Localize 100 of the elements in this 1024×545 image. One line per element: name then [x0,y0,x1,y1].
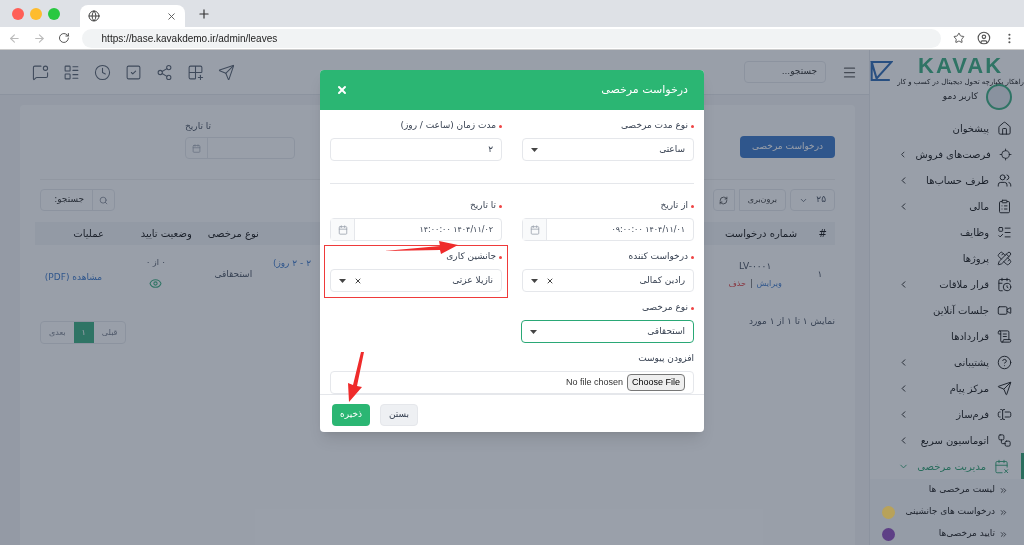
close-tab-icon[interactable] [166,10,177,22]
field-label: افزودن پیوست [638,352,694,366]
clipboard-icon [997,198,1012,214]
clock-icon[interactable] [94,63,111,81]
sidebar-item[interactable]: قرار ملاقات [870,271,1024,297]
table-cell: ۱ [805,245,835,305]
modal-title: درخواست مرخصی [601,81,688,98]
crosshair-icon [998,146,1012,162]
globe-icon [88,10,100,22]
close-button[interactable]: بستن [379,404,419,426]
browser-tab[interactable] [80,5,185,27]
caret-icon [531,147,538,152]
user-avatar[interactable] [986,84,1012,110]
workflow-icon [997,432,1012,448]
sidebar-item[interactable]: پیشخوان [870,115,1024,141]
field-label: نوع مرخصی [641,301,688,315]
submenu-item[interactable]: تایید مرخصی‌ها [870,523,1024,545]
select-field[interactable]: استحقاقی [521,320,694,343]
check-square-icon[interactable] [125,63,142,81]
column-header[interactable]: # [805,222,835,245]
eye-icon[interactable] [149,277,163,290]
close-icon[interactable] [336,84,348,96]
select-field[interactable]: رادین کمالی [522,269,694,292]
double-chevron-icon [999,529,1008,539]
grid-plus-icon[interactable] [187,63,204,81]
sidebar-item[interactable]: اتوماسیون سریع [870,427,1024,453]
paper-plane-icon[interactable] [218,63,235,81]
field-label: مدت زمان (ساعت / روز) [400,119,496,133]
approval-count: ۰ از ۰ [144,257,167,269]
address-bar[interactable]: https://base.kavakdemo.ir/admin/leaves [81,28,942,48]
home-icon [997,120,1012,136]
share-icon[interactable] [156,63,173,81]
user-name: کاربر دمو [942,90,978,104]
checklist-icon [997,224,1012,240]
clear-icon[interactable] [354,276,362,285]
calendar-clock-icon [997,276,1012,292]
export-button[interactable]: برون‌بری [738,189,786,211]
field-label: نوع مدت مرخصی [621,119,688,133]
square-dot-icon[interactable] [32,63,49,81]
forward-icon[interactable] [32,31,46,45]
select-field[interactable]: ساعتی [522,138,694,161]
refresh-button[interactable] [712,189,735,211]
back-icon[interactable] [8,31,21,45]
pencil-ruler-icon [997,250,1012,266]
file-status: No file chosen [565,375,623,389]
date-field[interactable]: ۱۴:۰۰:۰۰ ۱۴۰۴/۱۱/۰۲ [330,218,502,241]
table-summary: نمایش ۱ تا ۱ از ۱ مورد [748,315,835,328]
column-header[interactable]: شماره درخواست [705,222,806,245]
bookmark-star-icon[interactable] [953,32,966,44]
calendar-icon [337,224,348,235]
filter-label: تا تاریخ [185,119,211,133]
double-chevron-icon [999,485,1008,495]
search-field[interactable]: جستجو... [744,61,826,83]
sidebar-item[interactable]: طرف حساب‌ها [870,167,1024,193]
field-label: از تاریخ [660,199,688,213]
clear-icon[interactable] [546,276,554,285]
sidebar-item[interactable]: فرم‌ساز [870,401,1024,427]
paper-plane-icon [997,380,1012,396]
column-header[interactable]: وضعیت تایید [111,222,200,245]
sidebar-item[interactable]: مالی [870,193,1024,219]
scroll-icon [997,328,1012,344]
sidebar-item[interactable]: وظایف [870,219,1024,245]
sidebar-item[interactable]: پروژها [870,245,1024,271]
profile-icon[interactable] [977,31,992,45]
link-separator: | [749,277,753,290]
users-icon [997,172,1012,188]
new-tab-icon[interactable] [197,6,211,21]
sidebar-item[interactable]: پشتیبانی [870,349,1024,375]
calendar-icon [529,224,540,235]
delete-link[interactable]: حذف [728,277,746,290]
select-field[interactable]: نازیلا عزتی [330,269,502,292]
reload-icon[interactable] [57,32,70,44]
caret-icon [531,278,538,283]
field-label: تا تاریخ [470,199,496,213]
caret-icon [530,329,537,334]
request-number: LV-۰۰۰۱ [738,260,773,274]
list-icon[interactable] [63,63,80,81]
submenu-item[interactable]: لیست مرخصی ها [870,479,1024,501]
input-field[interactable]: ۲ [330,138,502,161]
field-label: درخواست کننده [628,250,688,264]
column-header[interactable]: عملیات [35,222,112,245]
field-label: جانشین کاری [446,250,496,264]
date-filter-field[interactable] [185,137,295,159]
double-chevron-icon [999,507,1008,517]
logo-text: KAVAK [918,55,1004,77]
sidebar-item[interactable]: قراردادها [870,323,1024,349]
submenu-item[interactable]: درخواست های جانشینی [870,501,1024,523]
calendar-icon [192,143,201,153]
table-search-field[interactable]: جستجو: [40,189,115,211]
column-header[interactable]: نوع مرخصی [199,222,267,245]
search-placeholder: جستجو: [53,193,85,207]
date-field[interactable]: ۰۹:۰۰:۰۰ ۱۴۰۴/۱۱/۰۱ [522,218,694,241]
sidebar-item[interactable]: مرکز پیام [870,375,1024,401]
menu-icon[interactable] [842,64,857,80]
sidebar-item[interactable]: جلسات آنلاین [870,297,1024,323]
choose-file-button[interactable]: Choose File [626,374,685,391]
file-input[interactable]: No file chosen Choose File [330,371,694,394]
duration-text: ۲ - ۲ روز) [272,258,311,268]
page-size-select[interactable]: ۲۵ [790,189,835,211]
sidebar-item[interactable]: فرصت‌های فروش [870,141,1024,167]
